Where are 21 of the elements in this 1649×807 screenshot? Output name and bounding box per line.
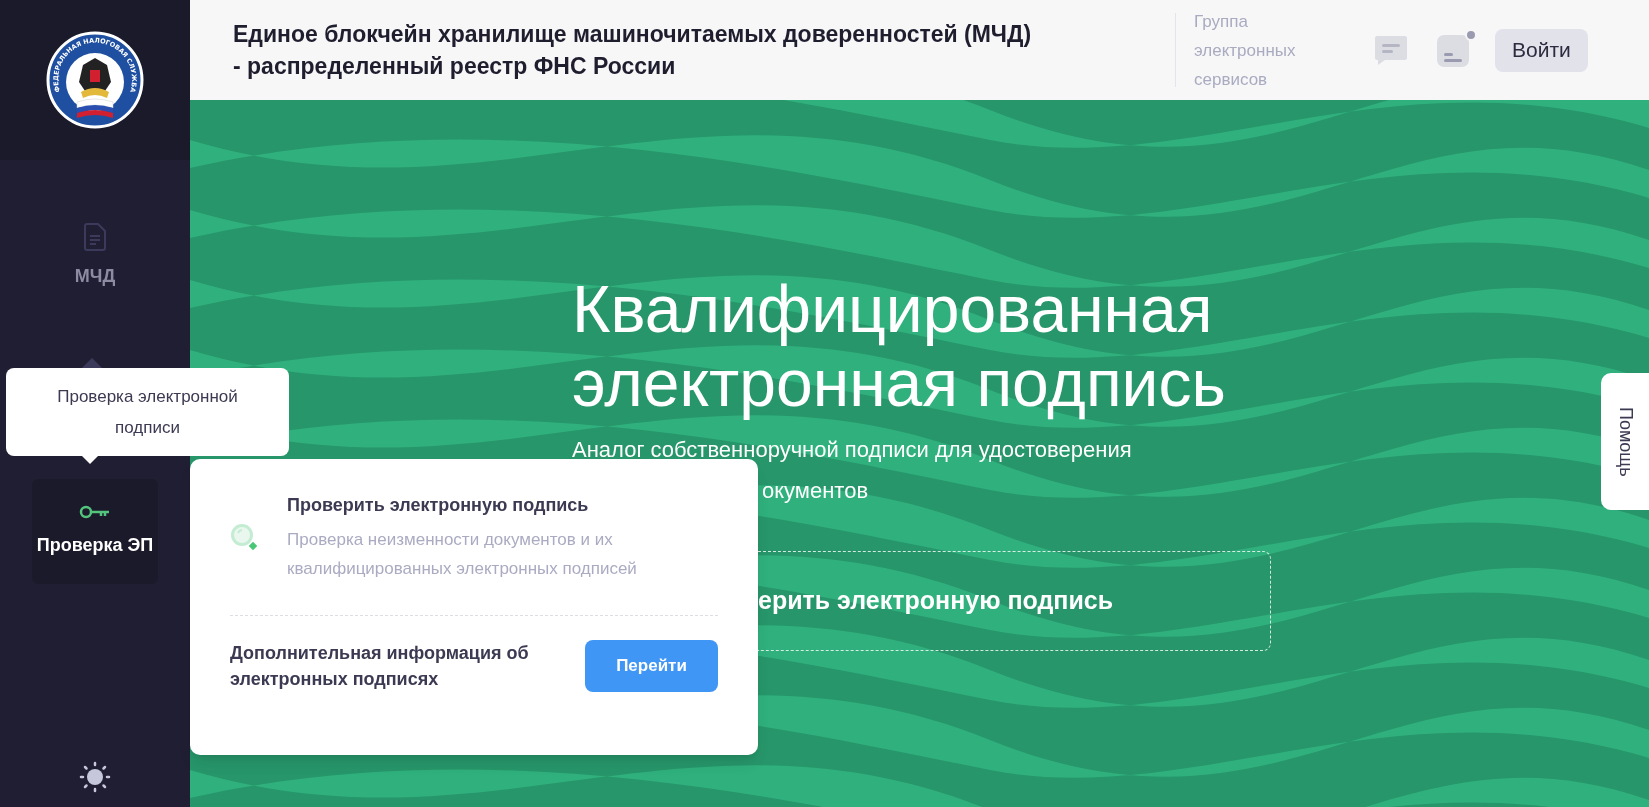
go-button[interactable]: Перейти: [585, 640, 718, 692]
help-tab[interactable]: Помощь: [1601, 373, 1649, 510]
page-title: Единое блокчейн хранилище машиночитаемых доверенностей (МЧД): [233, 20, 1033, 49]
page-title: - распределенный реестр ФНС России: [233, 52, 677, 81]
help-label: Помощь: [1614, 406, 1637, 477]
document-icon: [84, 223, 106, 251]
magnifier-icon: [230, 523, 260, 553]
notification-icon[interactable]: [1437, 33, 1471, 67]
hero-subtitle: Аналог собственноручной подписи для удостоверения: [572, 436, 1132, 464]
tooltip-text: Проверка электронной подписи: [56, 386, 239, 439]
login-button[interactable]: Войти: [1495, 28, 1588, 72]
hero-title: Квалифицированная электронная подпись: [572, 272, 1227, 420]
hero-subtitle: окументов: [762, 477, 869, 505]
popup-description: Проверка неизменности документов и их квалифицированных электронных подписей: [287, 529, 638, 580]
more-info-text: Дополнительная информация об электронных подписях: [230, 642, 530, 691]
nav-item[interactable]: МЧД: [32, 204, 158, 309]
key-icon: [79, 504, 111, 520]
popup-title: Проверить электронную подпись: [287, 494, 590, 517]
nav-item[interactable]: Проверка ЭП: [32, 479, 158, 584]
sun-icon[interactable]: [79, 761, 111, 793]
chat-icon[interactable]: [1374, 34, 1408, 66]
